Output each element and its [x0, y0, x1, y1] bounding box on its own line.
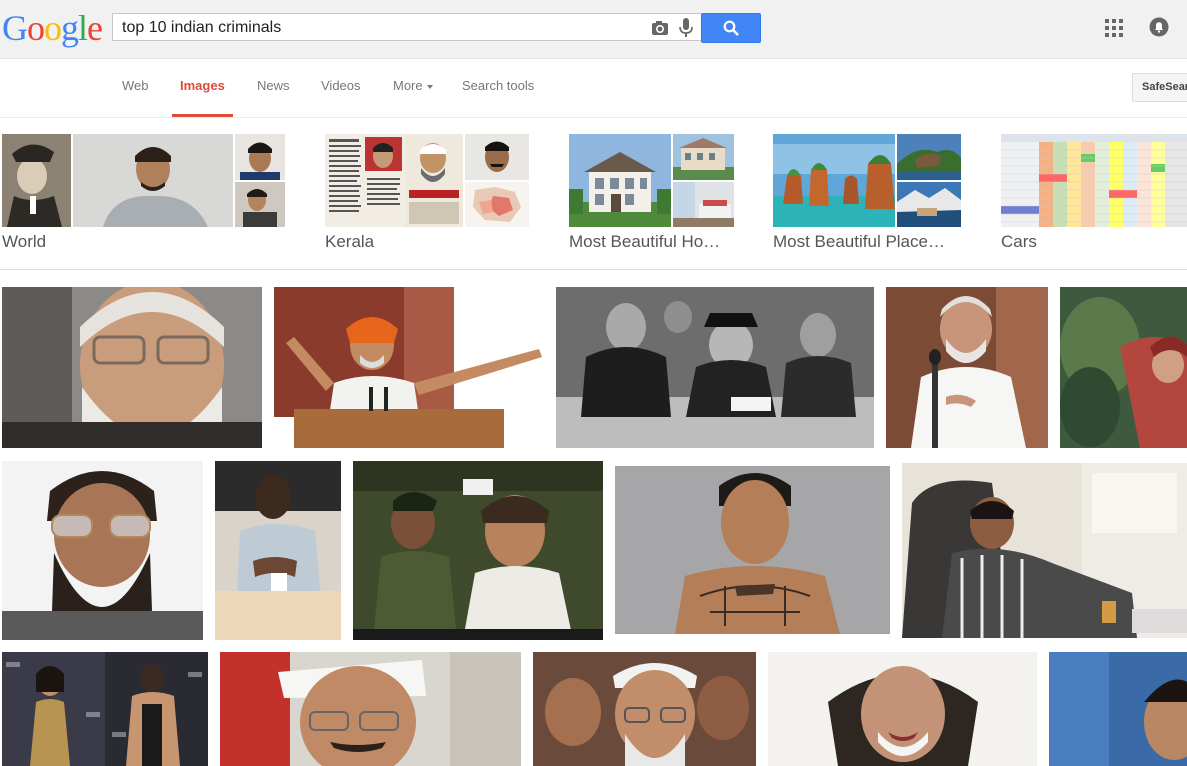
- related-thumbnail: [465, 134, 529, 180]
- related-thumbnail: [325, 134, 405, 227]
- related-thumbnail: [1001, 134, 1187, 227]
- camera-icon[interactable]: [651, 20, 669, 36]
- image-result[interactable]: [274, 287, 544, 448]
- search-icon: [723, 20, 739, 36]
- logo-letter: o: [44, 8, 62, 48]
- related-thumbnail: [673, 182, 734, 227]
- related-thumbnail: [235, 134, 285, 180]
- related-thumbnail: [673, 134, 734, 180]
- related-thumbnail: [569, 134, 671, 227]
- image-result[interactable]: [768, 652, 1037, 766]
- related-thumbnail: [897, 134, 961, 180]
- apps-grid-icon[interactable]: [1105, 19, 1123, 37]
- image-result[interactable]: [220, 652, 521, 766]
- active-tab-indicator: [172, 114, 233, 117]
- image-result[interactable]: [615, 466, 890, 634]
- image-result[interactable]: [886, 287, 1048, 448]
- related-thumbnail: [73, 134, 233, 227]
- logo-letter: o: [27, 8, 45, 48]
- image-result[interactable]: [2, 461, 203, 640]
- image-result[interactable]: [902, 463, 1187, 638]
- image-result[interactable]: [1060, 287, 1187, 448]
- related-thumbnail: [235, 182, 285, 227]
- logo-letter: l: [78, 8, 88, 48]
- search-input[interactable]: top 10 indian criminals: [112, 13, 702, 41]
- image-result[interactable]: [533, 652, 756, 766]
- related-label: Most Beautiful Place…: [773, 232, 945, 251]
- logo-letter: G: [2, 8, 28, 48]
- related-label: World: [2, 232, 47, 251]
- related-search-most-beautiful-places[interactable]: Most Beautiful Place…: [773, 134, 968, 264]
- related-search-most-beautiful-houses[interactable]: Most Beautiful Ho…: [569, 134, 739, 264]
- related-thumbnail: [897, 182, 961, 227]
- related-label: Cars: [1001, 232, 1037, 251]
- related-label: Most Beautiful Ho…: [569, 232, 721, 251]
- logo-letter: e: [87, 8, 103, 48]
- search-query-text[interactable]: top 10 indian criminals: [122, 19, 281, 37]
- section-divider: [0, 269, 1187, 270]
- logo-letter: g: [61, 8, 79, 48]
- search-tools-button[interactable]: Search tools: [462, 78, 534, 93]
- related-search-world[interactable]: World: [2, 134, 287, 264]
- image-result[interactable]: [2, 287, 262, 448]
- tab-web[interactable]: Web: [122, 78, 149, 93]
- search-tabs: Web Images News Videos More Search tools…: [0, 59, 1187, 118]
- search-button[interactable]: [701, 13, 761, 43]
- top-bar: Google top 10 indian criminals: [0, 0, 1187, 59]
- chevron-down-icon: [426, 84, 433, 89]
- image-result[interactable]: [2, 652, 208, 766]
- related-search-kerala[interactable]: Kerala: [325, 134, 535, 264]
- tab-more-label: More: [393, 78, 423, 93]
- related-thumbnail: [405, 134, 463, 227]
- related-thumbnail: [465, 182, 529, 227]
- tab-videos[interactable]: Videos: [321, 78, 361, 93]
- related-label: Kerala: [325, 232, 375, 251]
- image-result[interactable]: [215, 461, 341, 640]
- tab-news[interactable]: News: [257, 78, 290, 93]
- google-logo[interactable]: Google: [2, 8, 103, 48]
- image-result[interactable]: [353, 461, 603, 640]
- tab-images[interactable]: Images: [180, 78, 225, 93]
- tab-more[interactable]: More: [393, 78, 433, 93]
- related-thumbnail: [773, 134, 895, 227]
- image-result[interactable]: [556, 287, 874, 448]
- image-result[interactable]: [1049, 652, 1187, 766]
- notifications-icon[interactable]: [1149, 17, 1169, 37]
- safesearch-button[interactable]: SafeSearch: [1132, 73, 1187, 102]
- mic-icon[interactable]: [679, 18, 693, 38]
- related-search-cars[interactable]: Cars: [1001, 134, 1187, 264]
- related-thumbnail: [2, 134, 71, 227]
